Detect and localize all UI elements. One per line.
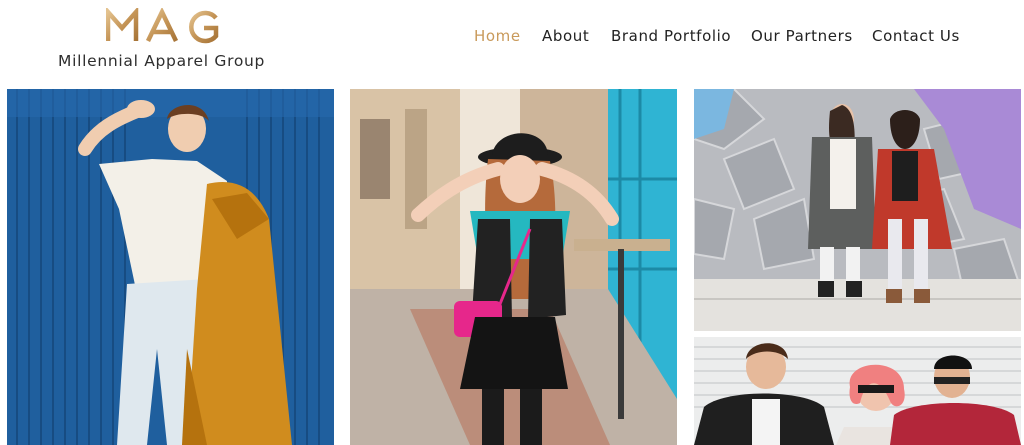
- nav-our-partners[interactable]: Our Partners: [751, 27, 853, 45]
- nav-home[interactable]: Home: [474, 27, 521, 45]
- gallery-photo-3[interactable]: [694, 89, 1021, 331]
- main-nav: Home About Brand Portfolio Our Partners …: [0, 27, 1024, 47]
- gallery-photo-2[interactable]: [350, 89, 677, 445]
- photo-image: [7, 89, 334, 445]
- gallery-photo-1[interactable]: [7, 89, 334, 445]
- nav-about[interactable]: About: [542, 27, 589, 45]
- photo-image: [694, 337, 1021, 445]
- site-header: Millennial Apparel Group Home About Bran…: [0, 0, 1024, 88]
- logo-tagline: Millennial Apparel Group: [58, 52, 266, 70]
- photo-image: [350, 89, 677, 445]
- nav-contact-us[interactable]: Contact Us: [872, 27, 960, 45]
- gallery-photo-4[interactable]: [694, 337, 1021, 445]
- photo-image: [694, 89, 1021, 331]
- nav-brand-portfolio[interactable]: Brand Portfolio: [611, 27, 731, 45]
